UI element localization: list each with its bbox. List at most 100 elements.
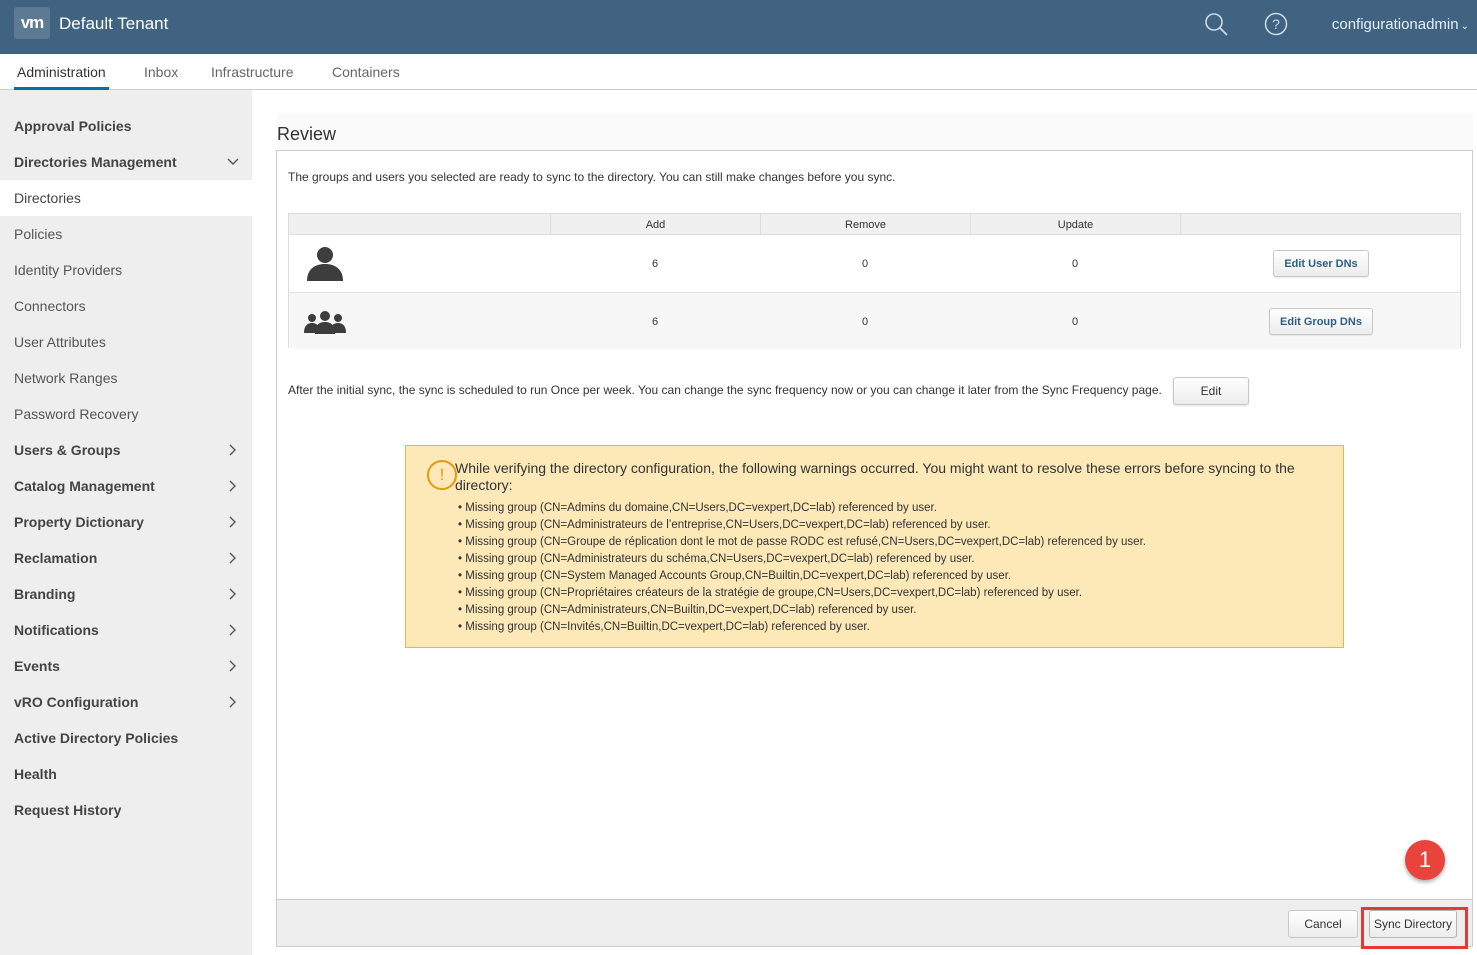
main-tabs: Administration Inbox Infrastructure Cont… [0, 54, 1477, 90]
user-icon [304, 245, 346, 286]
sidebar-item-events[interactable]: Events [0, 648, 252, 684]
chevron-right-icon [229, 516, 236, 528]
help-icon[interactable]: ? [1264, 12, 1288, 36]
sidebar-item-identity-providers[interactable]: Identity Providers [0, 252, 252, 288]
tenant-name: Default Tenant [59, 14, 169, 33]
sidebar-item-vro-configuration[interactable]: vRO Configuration [0, 684, 252, 720]
action-footer: Cancel Sync Directory [277, 899, 1472, 946]
step-badge: 1 [1405, 840, 1445, 880]
sidebar-item-property-dictionary[interactable]: Property Dictionary [0, 504, 252, 540]
list-item: Missing group (CN=Groupe de réplication … [458, 534, 1146, 551]
list-item: Missing group (CN=Invités,CN=Builtin,DC=… [458, 619, 1146, 636]
column-header-action [1180, 214, 1460, 235]
warning-title: While verifying the directory configurat… [455, 460, 1295, 493]
warning-panel: ! While verifying the directory configur… [405, 445, 1344, 648]
chevron-down-icon [227, 158, 239, 165]
tab-administration[interactable]: Administration [14, 64, 109, 90]
sidebar-item-label: Connectors [14, 298, 86, 314]
sidebar-item-directories[interactable]: Directories [0, 180, 252, 216]
table-row: 6 0 0 Edit Group DNs [289, 292, 1460, 349]
search-icon[interactable] [1204, 12, 1228, 36]
cancel-button[interactable]: Cancel [1288, 910, 1358, 938]
user-menu[interactable]: configurationadmin ⌄ [1332, 16, 1469, 33]
list-item: Missing group (CN=Administrateurs du sch… [458, 551, 1146, 568]
sidebar-item-branding[interactable]: Branding [0, 576, 252, 612]
chevron-right-icon [229, 660, 236, 672]
sync-frequency-text: After the initial sync, the sync is sche… [288, 383, 1162, 397]
chevron-right-icon [229, 624, 236, 636]
table-header: Add Remove Update [289, 214, 1460, 235]
sidebar-item-label: Notifications [14, 622, 99, 638]
sidebar-item-directories-management[interactable]: Directories Management [0, 144, 252, 180]
group-remove-count: 0 [861, 315, 869, 328]
sidebar-item-label: Policies [14, 226, 63, 242]
sidebar-item-reclamation[interactable]: Reclamation [0, 540, 252, 576]
chevron-right-icon [229, 588, 236, 600]
sidebar-item-label: Property Dictionary [14, 514, 144, 530]
sidebar-item-label: Request History [14, 802, 122, 818]
tab-containers[interactable]: Containers [332, 64, 400, 90]
chevron-down-icon: ⌄ [1460, 21, 1469, 32]
sidebar-item-label: Approval Policies [14, 118, 132, 134]
list-item: Missing group (CN=Administrateurs de l’e… [458, 517, 1146, 534]
sidebar-item-label: vRO Configuration [14, 694, 139, 710]
sidebar-item-active-directory-policies[interactable]: Active Directory Policies [0, 720, 252, 756]
sidebar-item-network-ranges[interactable]: Network Ranges [0, 360, 252, 396]
sidebar-item-label: Password Recovery [14, 406, 139, 422]
sidebar-item-approval-policies[interactable]: Approval Policies [0, 108, 252, 144]
list-item: Missing group (CN=System Managed Account… [458, 568, 1146, 585]
highlight-box [1361, 907, 1468, 949]
sidebar-item-connectors[interactable]: Connectors [0, 288, 252, 324]
list-item: Missing group (CN=Admins du domaine,CN=U… [458, 500, 1146, 517]
sidebar-item-label: Identity Providers [14, 262, 123, 278]
warning-list: Missing group (CN=Admins du domaine,CN=U… [458, 500, 1146, 636]
sidebar-item-notifications[interactable]: Notifications [0, 612, 252, 648]
chevron-right-icon [229, 480, 236, 492]
review-intro-text: The groups and users you selected are re… [288, 170, 896, 184]
group-update-count: 0 [1071, 315, 1079, 328]
sidebar-item-label: Directories Management [14, 154, 177, 170]
column-header-add: Add [550, 214, 760, 235]
sidebar-item-label: Health [14, 766, 57, 782]
sidebar-item-catalog-management[interactable]: Catalog Management [0, 468, 252, 504]
sidebar-item-label: Directories [14, 190, 81, 206]
column-header-update: Update [970, 214, 1180, 235]
sidebar-item-label: User Attributes [14, 334, 106, 350]
sidebar-item-label: Events [14, 658, 60, 674]
column-header-remove: Remove [760, 214, 970, 235]
chevron-right-icon [229, 552, 236, 564]
sidebar-item-label: Catalog Management [14, 478, 155, 494]
sidebar-item-health[interactable]: Health [0, 756, 252, 792]
page-title: Review [277, 114, 1473, 150]
sidebar-item-password-recovery[interactable]: Password Recovery [0, 396, 252, 432]
sidebar-item-request-history[interactable]: Request History [0, 792, 252, 828]
user-update-count: 0 [1071, 257, 1079, 270]
edit-group-dns-button[interactable]: Edit Group DNs [1269, 308, 1373, 335]
sidebar-item-user-attributes[interactable]: User Attributes [0, 324, 252, 360]
list-item: Missing group (CN=Administrateurs,CN=Bui… [458, 602, 1146, 619]
sync-summary-table: Add Remove Update 6 0 0 Edit User DNs 6 … [288, 213, 1461, 349]
sidebar-item-users-groups[interactable]: Users & Groups [0, 432, 252, 468]
svg-text:?: ? [1272, 16, 1280, 32]
user-add-count: 6 [651, 257, 659, 270]
group-add-count: 6 [651, 315, 659, 328]
edit-frequency-button[interactable]: Edit [1173, 377, 1249, 405]
group-icon [304, 311, 346, 340]
tab-infrastructure[interactable]: Infrastructure [211, 64, 293, 90]
user-name: configurationadmin [1331, 16, 1459, 33]
list-item: Missing group (CN=Propriétaires créateur… [458, 585, 1146, 602]
review-panel: The groups and users you selected are re… [276, 150, 1473, 947]
sidebar: Approval Policies Directories Management… [0, 90, 252, 955]
sidebar-item-policies[interactable]: Policies [0, 216, 252, 252]
vmware-logo[interactable]: vm [14, 7, 50, 39]
sidebar-item-label: Network Ranges [14, 370, 118, 386]
sidebar-item-label: Active Directory Policies [14, 730, 179, 746]
warning-icon: ! [427, 460, 457, 490]
sidebar-item-label: Branding [14, 586, 76, 602]
chevron-right-icon [229, 444, 236, 456]
sidebar-item-label: Users & Groups [14, 442, 121, 458]
table-row: 6 0 0 Edit User DNs [289, 235, 1460, 292]
chevron-right-icon [229, 696, 236, 708]
edit-user-dns-button[interactable]: Edit User DNs [1273, 250, 1369, 277]
tab-inbox[interactable]: Inbox [144, 64, 178, 90]
